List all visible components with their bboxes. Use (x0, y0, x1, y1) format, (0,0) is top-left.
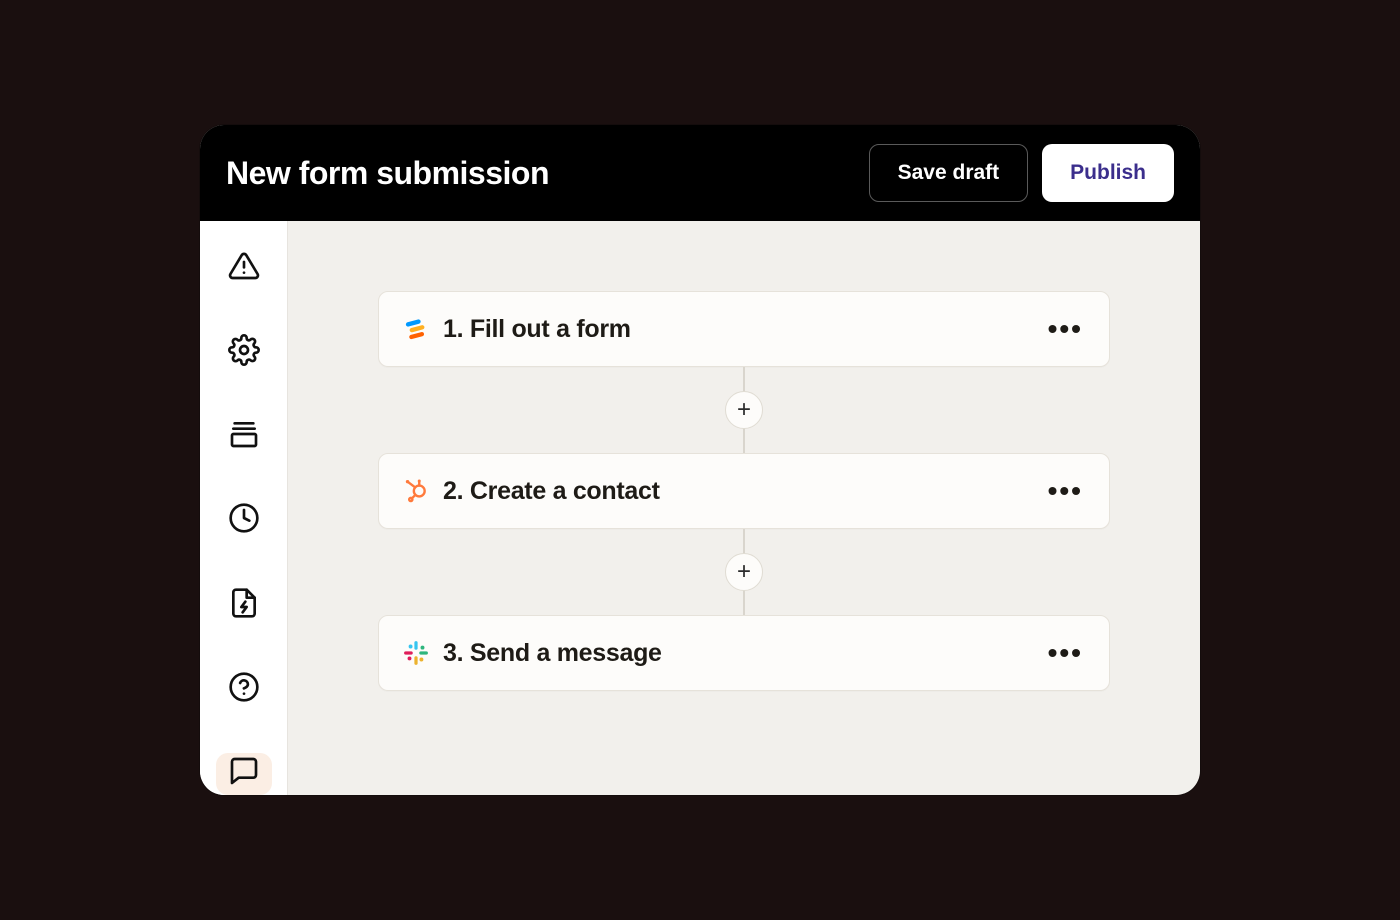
sidebar-item-chat[interactable] (216, 753, 272, 795)
flow-canvas: 1. Fill out a form ••• + 2. Create a con… (288, 221, 1200, 795)
titlebar: New form submission Save draft Publish (200, 125, 1200, 221)
save-draft-button[interactable]: Save draft (869, 144, 1029, 202)
flow-step-more-button[interactable]: ••• (1046, 319, 1085, 338)
sidebar-item-stack[interactable] (216, 416, 272, 458)
hubspot-icon (403, 478, 429, 504)
add-step-button[interactable]: + (725, 391, 763, 429)
flow-step[interactable]: 1. Fill out a form ••• (378, 291, 1110, 367)
titlebar-actions: Save draft Publish (869, 144, 1174, 202)
flow-connector: + (743, 529, 745, 615)
sidebar-item-power-doc[interactable] (216, 584, 272, 626)
flow-connector: + (743, 367, 745, 453)
flow-step-label: 3. Send a message (443, 639, 1046, 668)
chat-icon (228, 755, 260, 792)
sidebar-item-history[interactable] (216, 500, 272, 542)
flow-step-label: 2. Create a contact (443, 477, 1046, 506)
stack-icon (228, 418, 260, 455)
sidebar (200, 221, 288, 795)
flow-step-more-button[interactable]: ••• (1046, 643, 1085, 662)
sidebar-item-alerts[interactable] (216, 247, 272, 289)
editor-body: 1. Fill out a form ••• + 2. Create a con… (200, 221, 1200, 795)
workflow-editor-window: New form submission Save draft Publish (200, 125, 1200, 795)
add-step-button[interactable]: + (725, 553, 763, 591)
gear-icon (228, 334, 260, 371)
flow-step-more-button[interactable]: ••• (1046, 481, 1085, 500)
flow-step[interactable]: 2. Create a contact ••• (378, 453, 1110, 529)
page-title: New form submission (226, 155, 549, 192)
alert-triangle-icon (228, 250, 260, 287)
flow: 1. Fill out a form ••• + 2. Create a con… (378, 291, 1110, 691)
clock-icon (228, 502, 260, 539)
flow-step-label: 1. Fill out a form (443, 315, 1046, 344)
sidebar-item-settings[interactable] (216, 331, 272, 373)
file-bolt-icon (228, 587, 260, 624)
flow-step[interactable]: 3. Send a message ••• (378, 615, 1110, 691)
sidebar-item-help[interactable] (216, 668, 272, 710)
help-circle-icon (228, 671, 260, 708)
slack-icon (403, 640, 429, 666)
jotform-icon (403, 316, 429, 342)
publish-button[interactable]: Publish (1042, 144, 1174, 202)
